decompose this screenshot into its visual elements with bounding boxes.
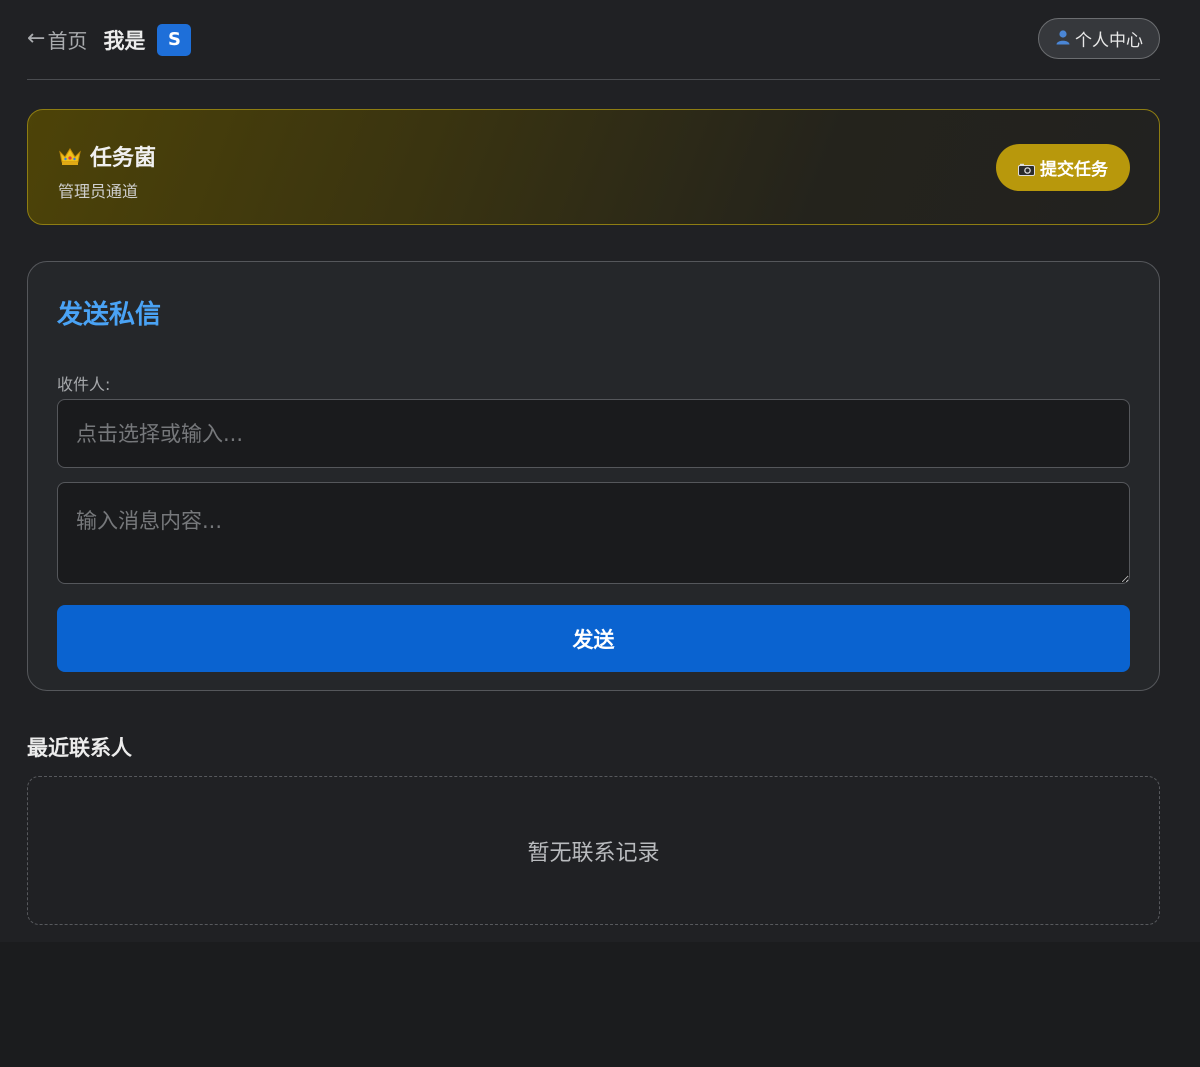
send-message-card: 发送私信 收件人: 发送	[27, 261, 1160, 691]
recent-contacts-empty-state: 暂无联系记录	[27, 776, 1160, 925]
submit-task-label: 提交任务	[1040, 160, 1108, 180]
current-user-label: 我是	[103, 28, 146, 53]
avatar[interactable]: S	[157, 23, 192, 56]
camera-icon	[1018, 161, 1035, 176]
message-content-textarea[interactable]	[57, 482, 1130, 584]
crown-icon	[58, 146, 82, 166]
send-message-title: 发送私信	[57, 300, 162, 330]
submit-task-button[interactable]: 提交任务	[996, 144, 1130, 191]
task-banner-subtitle: 管理员通道	[58, 182, 139, 201]
user-center-button[interactable]: 个人中心	[1038, 18, 1160, 59]
recent-contacts-empty-text: 暂无联系记录	[527, 840, 660, 866]
back-arrow-icon: ←	[27, 26, 46, 51]
recipient-input[interactable]	[57, 399, 1130, 468]
send-button[interactable]: 发送	[57, 605, 1130, 672]
task-banner: 任务菌 管理员通道 提交任务	[27, 109, 1160, 225]
top-bar: ← 首页 我是 S 个人中心	[27, 0, 1160, 80]
task-banner-title-row: 任务菌	[58, 140, 1159, 172]
recipient-label: 收件人:	[57, 375, 111, 394]
user-center-label: 个人中心	[1075, 31, 1143, 51]
recent-contacts-title: 最近联系人	[27, 736, 132, 760]
back-home-label: 首页	[47, 29, 88, 53]
person-icon	[1055, 29, 1071, 49]
page: ← 首页 我是 S 个人中心 任务菌 管理员通道 提交任务 发送私信 收件人: …	[0, 0, 1200, 942]
task-banner-title: 任务菌	[90, 146, 157, 171]
back-home-link[interactable]: ← 首页	[27, 25, 87, 54]
